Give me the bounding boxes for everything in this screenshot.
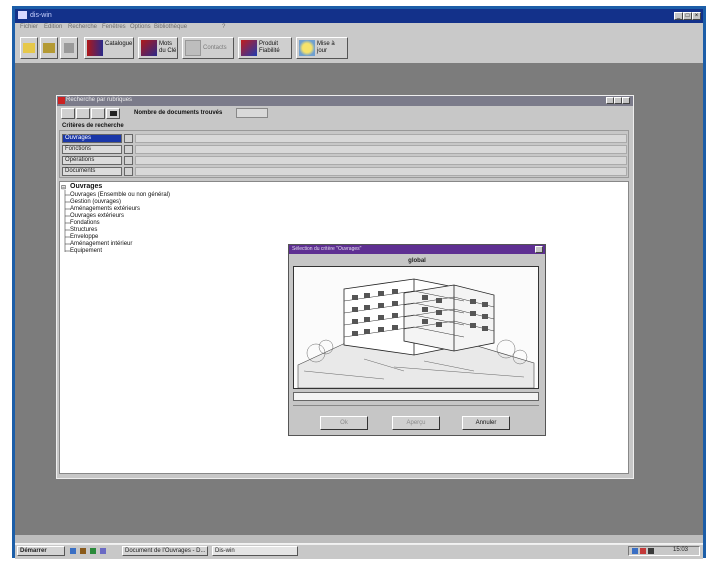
quick-launch-icons (68, 547, 120, 555)
save-search-button[interactable] (76, 108, 90, 119)
child-maximize-icon[interactable] (614, 97, 622, 104)
tree-item[interactable]: Gestion (ouvrages) (70, 199, 121, 205)
ok-button[interactable]: Ok (320, 416, 368, 430)
quicklaunch-channels-icon[interactable] (90, 548, 96, 554)
mots-cles-label: Mots du Clé (159, 41, 177, 54)
taskbar-dis-win[interactable]: Dis-win (212, 546, 298, 556)
dialog-close-icon[interactable] (535, 246, 543, 253)
tree-item[interactable]: Structures (70, 227, 97, 233)
mots-cles-button[interactable]: Mots du Clé (138, 37, 178, 59)
menu-bibliotheque[interactable]: Bibliothèque (154, 24, 187, 30)
child-close-icon[interactable] (622, 97, 630, 104)
criteria-picker-button[interactable] (124, 167, 133, 176)
menu-fenetres[interactable]: Fenêtres (102, 24, 126, 30)
doc-count-label: Nombre de documents trouvés (134, 110, 223, 116)
tool-icon (64, 43, 74, 53)
criteria-tag-ouvrages[interactable]: Ouvrages (62, 134, 122, 143)
open-folder-button[interactable] (20, 37, 38, 59)
child-minimize-icon[interactable] (606, 97, 614, 104)
app-title: dis-win (30, 12, 52, 19)
maximize-icon[interactable]: □ (683, 12, 692, 20)
menu-help[interactable]: ? (222, 24, 225, 30)
tree-root[interactable]: Ouvrages (70, 183, 102, 190)
tray-network-icon (632, 548, 638, 554)
dialog-value-field[interactable] (293, 392, 539, 401)
tree-item[interactable]: Equipement (70, 248, 102, 254)
system-tray: 15:03 (628, 546, 700, 556)
quicklaunch-desktop-icon[interactable] (80, 548, 86, 554)
criteria-label: Critères de recherche (62, 123, 124, 129)
search-window-title: Recherche par rubriques (66, 97, 133, 103)
criteria-row-documents: Documents (62, 167, 627, 176)
menu-fichier[interactable]: Fichier (20, 24, 38, 30)
quicklaunch-outlook-icon[interactable] (100, 548, 106, 554)
criteria-picker-button[interactable] (124, 134, 133, 143)
app-icon (18, 11, 27, 19)
minimize-icon[interactable]: _ (674, 12, 683, 20)
search-window-titlebar (57, 96, 633, 106)
clock: 15:03 (673, 547, 689, 553)
building-illustration (293, 266, 539, 389)
criteria-tag-fonctions[interactable]: Fonctions (62, 145, 122, 154)
keywords-icon (141, 40, 157, 56)
criteria-value-field[interactable] (135, 156, 627, 165)
doc-count-field (236, 108, 268, 118)
update-icon (299, 40, 315, 56)
tree-item[interactable]: Ouvrages extérieurs (70, 213, 124, 219)
cancel-button[interactable]: Annuler (462, 416, 510, 430)
criteria-dialog-title: Sélection du critère "Ouvrages" (292, 246, 362, 252)
criteria-row-operations: Opérations (62, 156, 627, 165)
preview-button[interactable]: Aperçu (392, 416, 440, 430)
criteria-value-field[interactable] (135, 134, 627, 143)
produit-label: Produit Fiabilité (259, 41, 280, 54)
tree-item[interactable]: Enveloppe (70, 234, 98, 240)
catalogue-button[interactable]: Catalogue (84, 37, 134, 59)
dialog-caption: global (408, 258, 426, 264)
open-search-button[interactable] (91, 108, 105, 119)
contacts-button[interactable]: Contacts (182, 37, 234, 59)
binoculars-button[interactable] (106, 108, 120, 119)
app-titlebar (15, 9, 703, 23)
tree-item[interactable]: Aménagement intérieur (70, 241, 132, 247)
taskbar-document[interactable]: Document de l'Ouvrages - D... (122, 546, 208, 556)
status-bar (15, 535, 703, 543)
criteria-value-field[interactable] (135, 167, 627, 176)
tool-button[interactable] (60, 37, 78, 59)
criteria-picker-button[interactable] (124, 145, 133, 154)
tray-keyboard-icon (648, 548, 654, 554)
tree-item[interactable]: Aménagements extérieurs (70, 206, 140, 212)
quicklaunch-ie-icon[interactable] (70, 548, 76, 554)
contacts-label: Contacts (203, 45, 227, 51)
contacts-icon (185, 40, 201, 56)
close-icon[interactable]: × (692, 12, 701, 20)
search-window-icon (58, 97, 65, 104)
new-search-button[interactable] (61, 108, 75, 119)
criteria-picker-button[interactable] (124, 156, 133, 165)
product-icon (241, 40, 257, 56)
mise-a-jour-label: Mise à jour (317, 41, 335, 54)
print-button[interactable] (40, 37, 58, 59)
produit-button[interactable]: Produit Fiabilité (238, 37, 292, 59)
dialog-separator (293, 405, 539, 406)
tree-item[interactable]: Ouvrages (Ensemble ou non général) (70, 192, 170, 198)
printer-icon (43, 43, 55, 53)
criteria-row-fonctions: Fonctions (62, 145, 627, 154)
criteria-tag-operations[interactable]: Opérations (62, 156, 122, 165)
criteria-tag-documents[interactable]: Documents (62, 167, 122, 176)
tree-lines (64, 190, 70, 252)
criteria-value-field[interactable] (135, 145, 627, 154)
tree-item[interactable]: Fondations (70, 220, 100, 226)
start-button[interactable]: Démarrer (17, 546, 65, 556)
criteria-row-ouvrages: Ouvrages (62, 134, 627, 143)
building-drawing (294, 267, 538, 389)
tray-volume-icon (640, 548, 646, 554)
binoculars-icon (110, 111, 117, 116)
catalogue-icon (87, 40, 103, 56)
menu-recherche[interactable]: Recherche (68, 24, 97, 30)
menu-edition[interactable]: Edition (44, 24, 62, 30)
folder-icon (23, 43, 35, 53)
catalogue-label: Catalogue (105, 41, 133, 47)
menu-options[interactable]: Options (130, 24, 151, 30)
mise-a-jour-button[interactable]: Mise à jour (296, 37, 348, 59)
